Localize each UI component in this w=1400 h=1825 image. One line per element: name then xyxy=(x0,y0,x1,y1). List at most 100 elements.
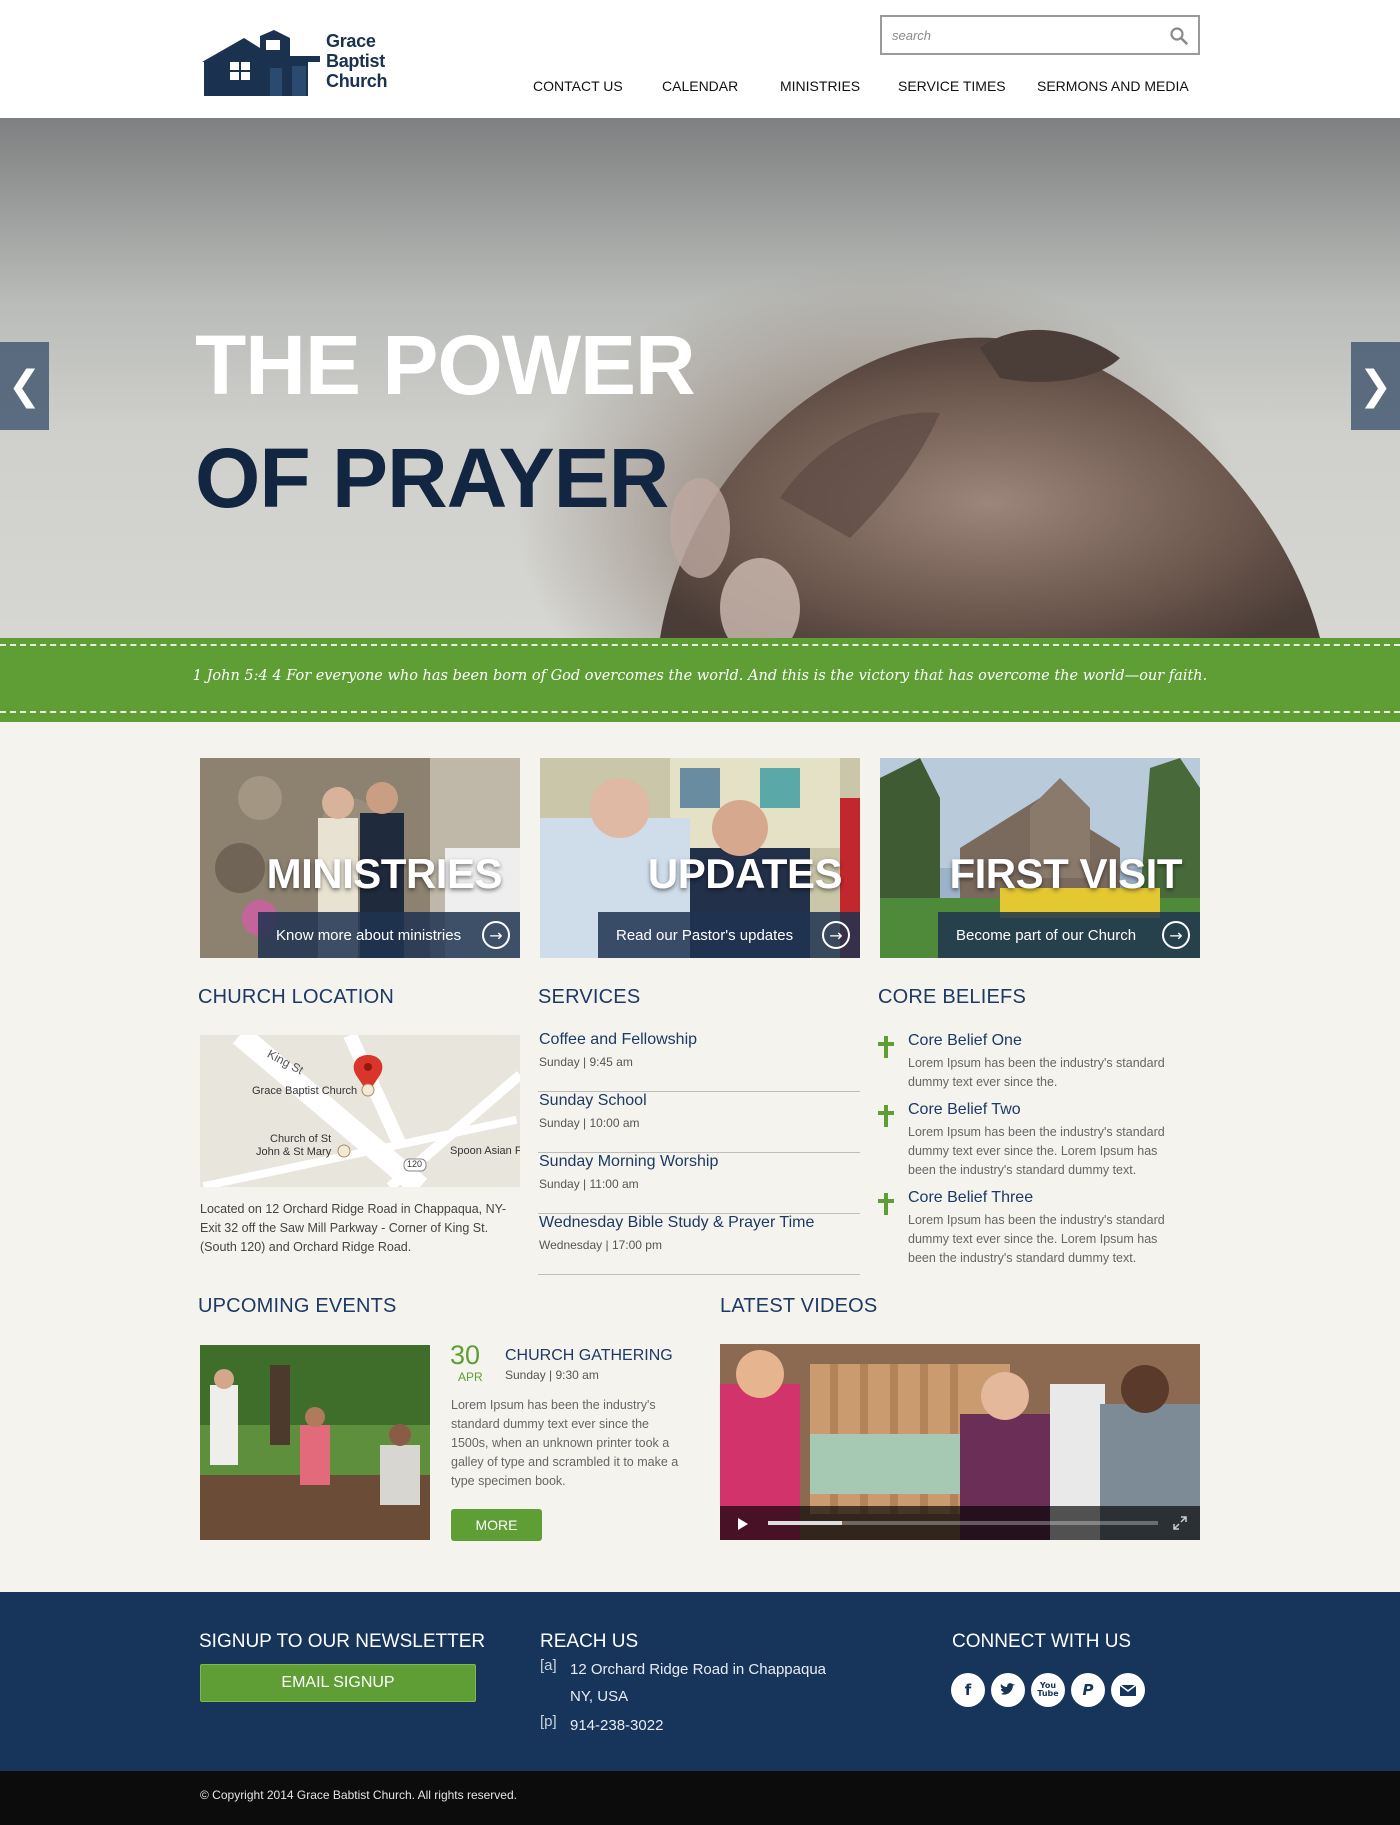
video-controls xyxy=(720,1506,1200,1540)
nav-contact-us[interactable]: CONTACT US xyxy=(533,78,623,94)
map-label-other-church: Church of St xyxy=(270,1133,332,1145)
email-signup-button[interactable]: EMAIL SIGNUP xyxy=(200,1664,476,1702)
church-building-icon xyxy=(202,30,320,96)
nav-service-times[interactable]: SERVICE TIMES xyxy=(898,78,1006,94)
paypal-icon[interactable]: P xyxy=(1071,1673,1105,1707)
service-time: Sunday | 11:00 am xyxy=(539,1177,639,1191)
church-location-heading: CHURCH LOCATION xyxy=(198,986,394,1008)
hero-slider: THE POWER OF PRAYER ❮ ❯ xyxy=(0,118,1400,638)
latest-videos-heading: LATEST VIDEOS xyxy=(720,1295,878,1317)
play-icon[interactable] xyxy=(738,1518,748,1530)
youtube-icon[interactable]: You Tube xyxy=(1031,1673,1065,1707)
dashed-divider xyxy=(0,711,1400,713)
service-item[interactable]: Wednesday Bible Study & Prayer Time Wedn… xyxy=(538,1214,860,1275)
email-icon[interactable] xyxy=(1111,1673,1145,1707)
connect-heading: CONNECT WITH US xyxy=(952,1631,1132,1652)
event-title[interactable]: CHURCH GATHERING xyxy=(505,1347,673,1365)
address-key: [a] xyxy=(540,1657,557,1674)
cross-icon xyxy=(878,1193,894,1215)
map-label-route: 120 xyxy=(407,1159,423,1169)
twitter-icon[interactable] xyxy=(991,1673,1025,1707)
card-link-bar[interactable]: Become part of our Church → xyxy=(938,912,1200,958)
search-input[interactable] xyxy=(882,17,1152,53)
verse-text: 1 John 5:4 4 For everyone who has been b… xyxy=(192,668,1208,684)
service-name: Coffee and Fellowship xyxy=(539,1031,698,1048)
address-line-2: NY, USA xyxy=(570,1688,629,1705)
fullscreen-icon[interactable] xyxy=(1172,1515,1188,1531)
belief-title[interactable]: Core Belief Three xyxy=(908,1189,1033,1207)
cross-icon xyxy=(878,1105,894,1127)
logo-line: Church xyxy=(326,71,388,91)
facebook-icon[interactable]: f xyxy=(951,1673,985,1707)
phone-number: 914-238-3022 xyxy=(570,1717,664,1734)
service-name: Sunday School xyxy=(539,1092,647,1109)
search-icon[interactable] xyxy=(1170,27,1188,45)
logo-line: Baptist xyxy=(326,51,385,71)
service-name: Sunday Morning Worship xyxy=(539,1153,719,1170)
core-beliefs-heading: CORE BELIEFS xyxy=(878,986,1026,1008)
event-description: Lorem Ipsum has been the industry's stan… xyxy=(451,1398,679,1488)
phone-key: [p] xyxy=(540,1713,557,1730)
card-link-label: Know more about ministries xyxy=(276,926,462,944)
services-heading: SERVICES xyxy=(538,986,641,1008)
service-time: Sunday | 10:00 am xyxy=(539,1116,640,1130)
map-label-church: Grace Baptist Church xyxy=(252,1085,358,1097)
card-link-label: Read our Pastor's updates xyxy=(616,926,794,944)
video-progress-fill xyxy=(768,1521,843,1525)
card-updates[interactable]: UPDATES Read our Pastor's updates → xyxy=(540,758,860,958)
service-time: Wednesday | 17:00 pm xyxy=(539,1238,662,1252)
arrow-right-circle-icon: → xyxy=(822,921,850,949)
search-box xyxy=(880,15,1200,55)
copyright-text: © Copyright 2014 Grace Babtist Church. A… xyxy=(200,1788,517,1802)
hero-prev-arrow[interactable]: ❮ xyxy=(0,342,49,430)
card-link-label: Become part of our Church xyxy=(956,926,1137,944)
map-label-other-church: John & St Mary xyxy=(256,1146,332,1158)
verse-banner: 1 John 5:4 4 For everyone who has been b… xyxy=(0,638,1400,722)
service-item[interactable]: Sunday School Sunday | 10:00 am xyxy=(538,1092,860,1153)
location-map[interactable]: King St Grace Baptist Church Church of S… xyxy=(200,1035,520,1187)
card-link-bar[interactable]: Read our Pastor's updates → xyxy=(598,912,860,958)
event-time: Sunday | 9:30 am xyxy=(505,1368,599,1382)
hero-next-arrow[interactable]: ❯ xyxy=(1351,342,1400,430)
upcoming-events-heading: UPCOMING EVENTS xyxy=(198,1295,397,1317)
service-item[interactable]: Coffee and Fellowship Sunday | 9:45 am xyxy=(538,1031,860,1092)
service-name: Wednesday Bible Study & Prayer Time xyxy=(539,1214,815,1231)
card-first-visit[interactable]: FIRST VISIT Become part of our Church → xyxy=(880,758,1200,958)
belief-title[interactable]: Core Belief One xyxy=(908,1032,1022,1050)
location-caption: Located on 12 Orchard Ridge Road in Chap… xyxy=(200,1202,506,1254)
video-player[interactable] xyxy=(720,1344,1200,1540)
card-title: MINISTRIES xyxy=(266,850,503,897)
card-title: FIRST VISIT xyxy=(949,850,1182,897)
event-photo[interactable] xyxy=(200,1345,430,1540)
church-logo[interactable]: Grace Baptist Church xyxy=(200,26,390,96)
event-day: 30 xyxy=(450,1340,481,1370)
belief-description: Lorem Ipsum has been the industry's stan… xyxy=(908,1213,1165,1265)
video-progress-bar[interactable] xyxy=(768,1521,1158,1525)
hero-title-line-1: THE POWER xyxy=(195,318,696,412)
address-line-1: 12 Orchard Ridge Road in Chappaqua xyxy=(570,1661,827,1678)
praying-hands-image xyxy=(660,329,1320,638)
card-title: UPDATES xyxy=(647,850,843,897)
service-item[interactable]: Sunday Morning Worship Sunday | 11:00 am xyxy=(538,1153,860,1214)
map-label-restaurant: Spoon Asian F xyxy=(450,1145,520,1157)
nav-calendar[interactable]: CALENDAR xyxy=(662,78,738,94)
more-button[interactable]: MORE xyxy=(451,1509,542,1541)
arrow-right-circle-icon: → xyxy=(482,921,510,949)
card-ministries[interactable]: MINISTRIES Know more about ministries → xyxy=(200,758,520,958)
event-month: APR xyxy=(458,1370,483,1384)
belief-title[interactable]: Core Belief Two xyxy=(908,1101,1021,1119)
map-graphic xyxy=(200,1035,520,1187)
card-link-bar[interactable]: Know more about ministries → xyxy=(258,912,520,958)
picnic-photo xyxy=(200,1345,430,1540)
belief-description: Lorem Ipsum has been the industry's stan… xyxy=(908,1125,1165,1177)
nav-ministries[interactable]: MINISTRIES xyxy=(780,78,860,94)
logo-line: Grace xyxy=(326,31,376,51)
hero-title-line-2: OF PRAYER xyxy=(195,431,669,525)
reach-us-heading: REACH US xyxy=(540,1631,639,1652)
logo-text: Grace Baptist Church xyxy=(326,31,388,91)
dashed-divider xyxy=(0,644,1400,646)
newsletter-heading: SIGNUP TO OUR NEWSLETTER xyxy=(199,1631,486,1652)
nav-sermons-and-media[interactable]: SERMONS AND MEDIA xyxy=(1037,78,1189,94)
belief-description: Lorem Ipsum has been the industry's stan… xyxy=(908,1056,1165,1089)
service-time: Sunday | 9:45 am xyxy=(539,1055,633,1069)
